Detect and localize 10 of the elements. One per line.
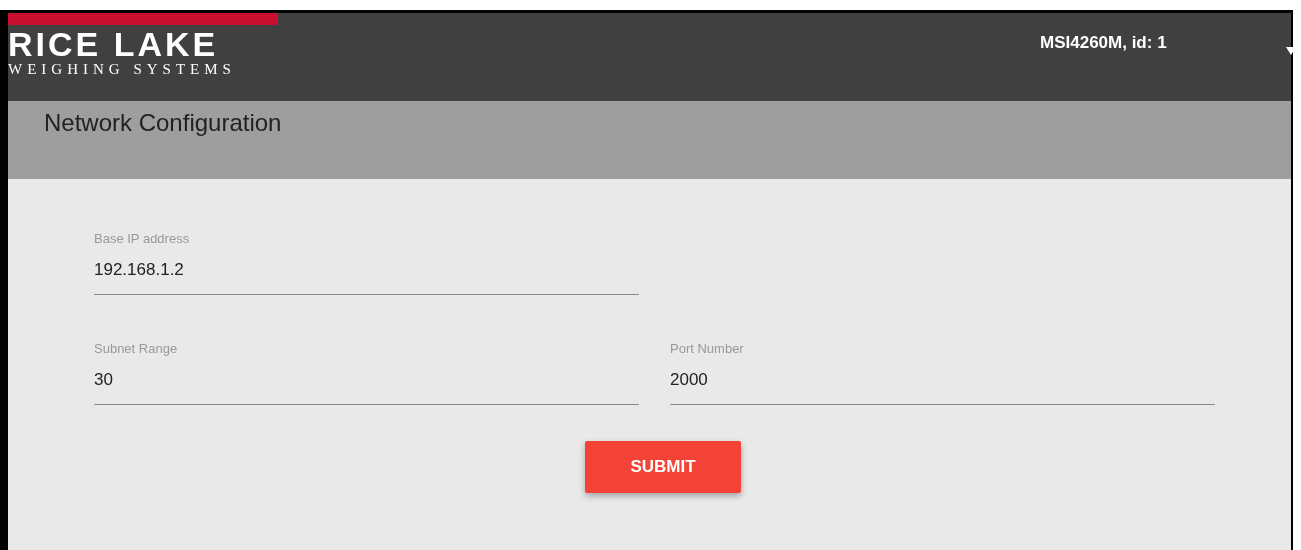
input-field[interactable]: 192.168.1.2	[94, 260, 639, 280]
field-label: Base IP address	[94, 231, 190, 246]
input-field[interactable]: 30	[94, 370, 639, 390]
submit-button[interactable]: SUBMIT	[585, 441, 741, 493]
field-label: Subnet Range	[94, 341, 178, 356]
page-title: Network Configuration	[44, 109, 282, 137]
field-label: Port Number	[670, 341, 744, 356]
device-selector[interactable]: MSI4260M, id: 1	[1040, 33, 1167, 53]
dropdown-caret-icon[interactable]	[1286, 47, 1296, 55]
input-field[interactable]: 2000	[670, 370, 1215, 390]
